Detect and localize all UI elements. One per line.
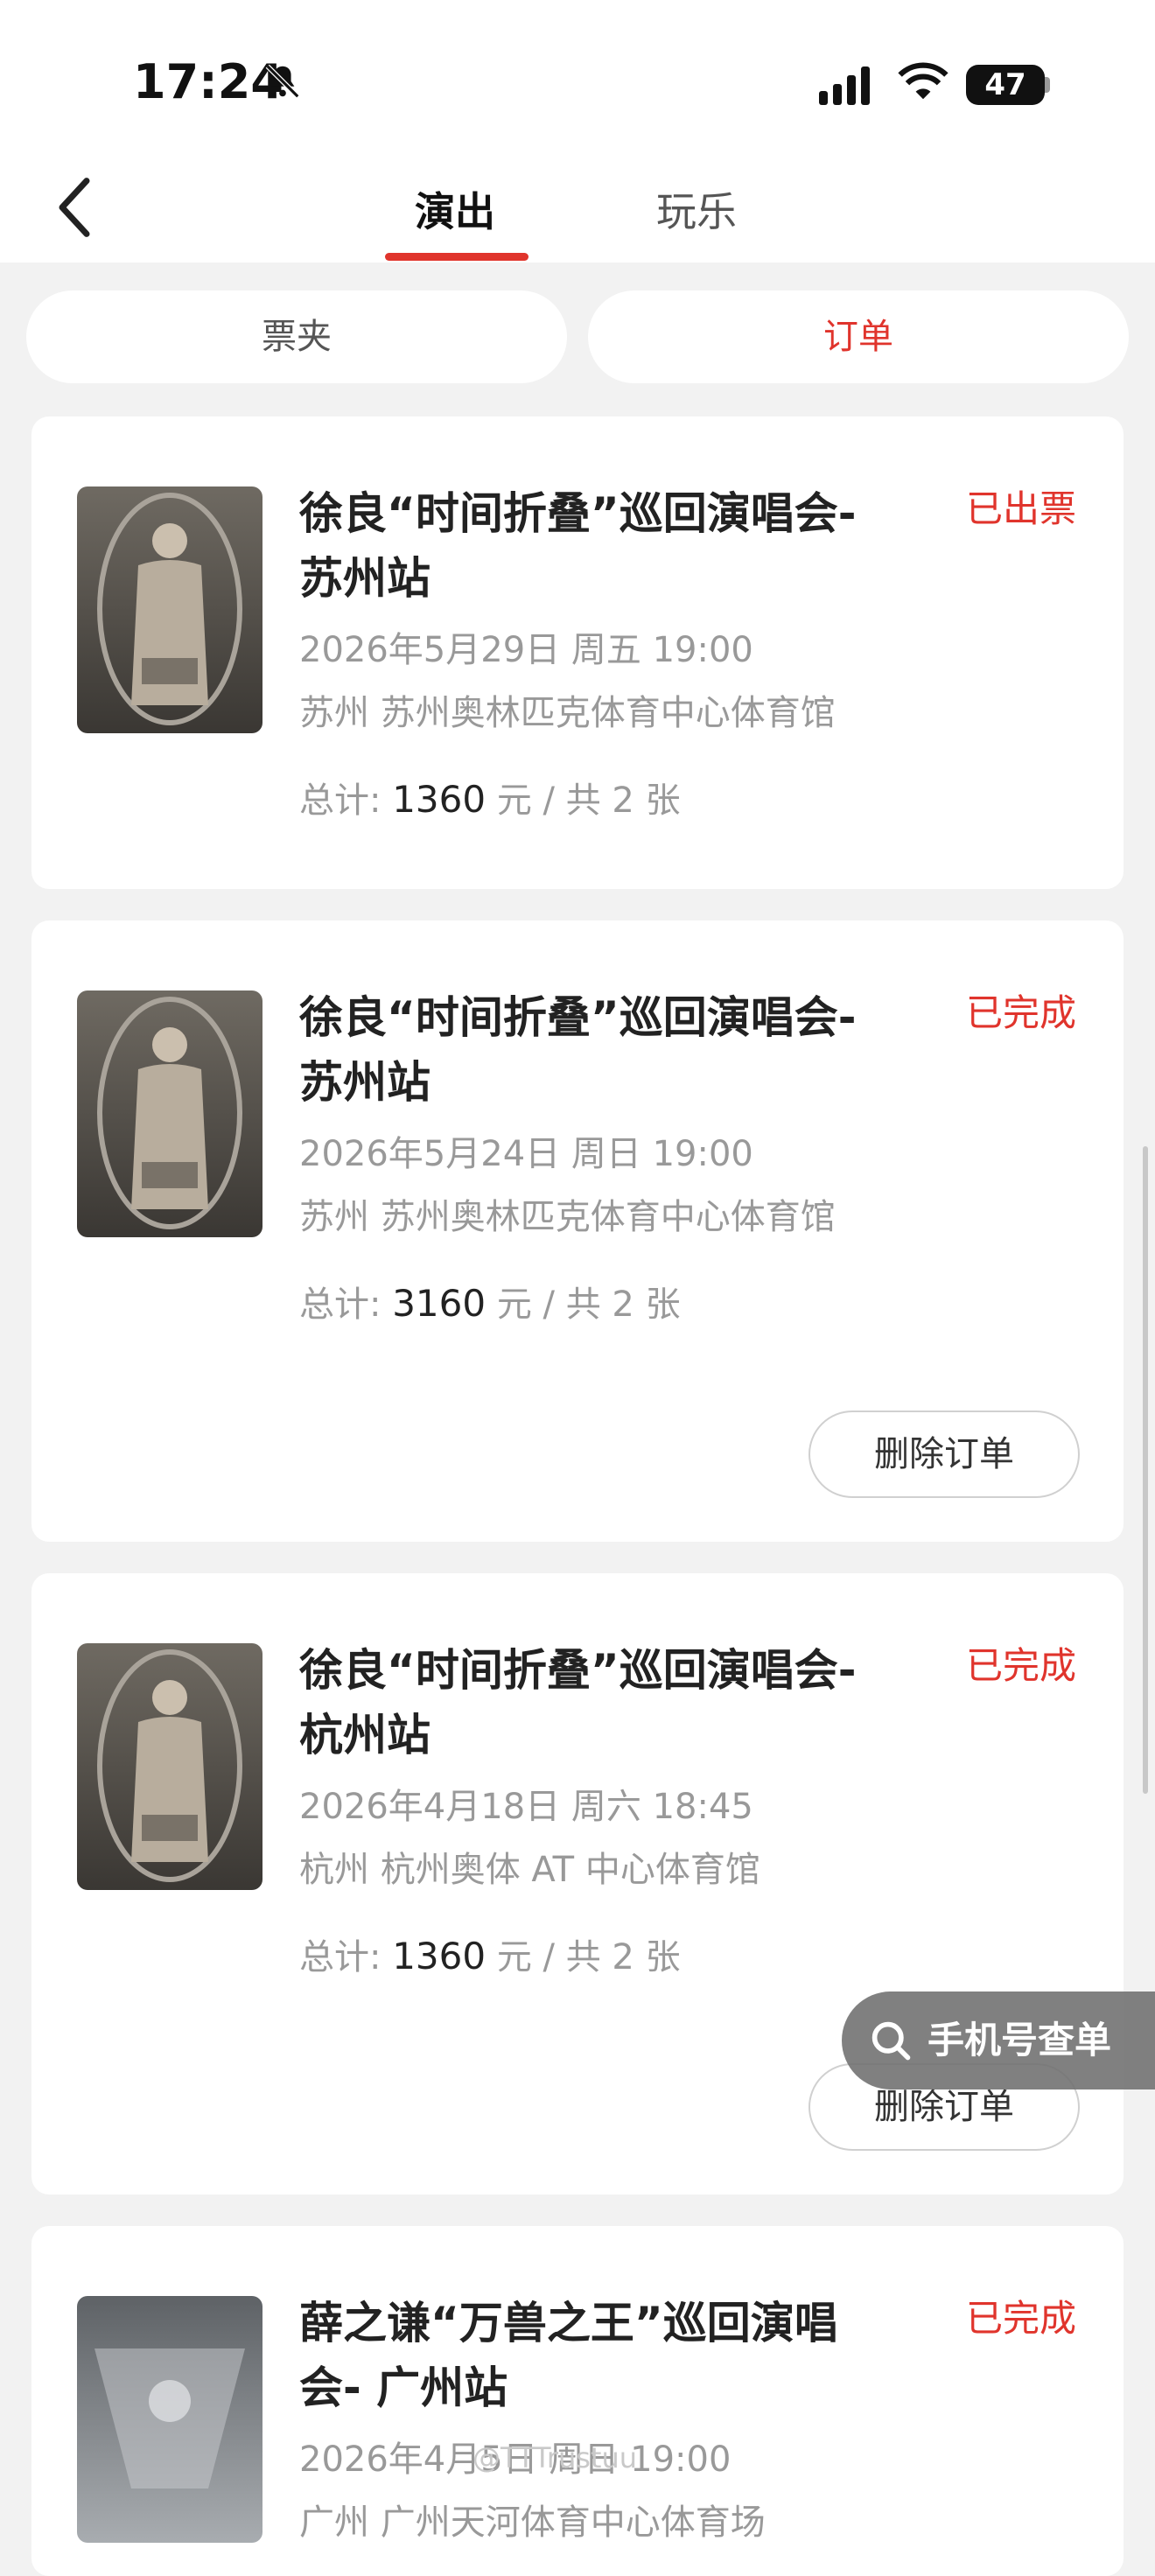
order-title: 徐良“时间折叠”巡回演唱会-杭州站	[299, 1645, 857, 1760]
total-prefix: 总计:	[299, 780, 382, 821]
order-venue: 广州 广州天河体育中心体育场	[299, 2502, 766, 2543]
total-prefix: 总计:	[299, 1937, 382, 1978]
total-prefix: 总计:	[299, 1284, 382, 1325]
watermark: @TTTrustuu	[472, 2441, 638, 2474]
phone-query-label: 手机号查单	[928, 2019, 1112, 2062]
order-date: 2026年5月24日 周日 19:00	[299, 1134, 753, 1174]
search-icon	[872, 2021, 911, 2061]
order-status: 已完成	[965, 2297, 1076, 2340]
total-amount: 3160	[392, 1282, 486, 1325]
order-card[interactable]: 徐良“时间折叠”巡回演唱会-杭州站 已完成 2026年4月18日 周六 18:4…	[32, 1573, 1124, 2194]
total-amount: 1360	[392, 778, 486, 821]
delete-order-button[interactable]: 删除订单	[808, 1410, 1080, 1498]
order-status: 已完成	[965, 991, 1076, 1034]
order-total: 总计: 3160 元 / 共 2 张	[299, 1276, 681, 1326]
tab-leisure[interactable]: 玩乐	[656, 180, 737, 238]
order-title: 薛之谦“万兽之王”巡回演唱会- 广州站	[299, 2298, 838, 2413]
segment-orders[interactable]: 订单	[588, 290, 1129, 383]
order-total: 总计: 1360 元 / 共 2 张	[299, 1928, 681, 1979]
order-card[interactable]: 徐良“时间折叠”巡回演唱会-苏州站 已完成 2026年5月24日 周日 19:0…	[32, 920, 1124, 1542]
battery-cap	[1045, 77, 1050, 93]
order-date: 2026年5月29日 周五 19:00	[299, 630, 753, 670]
order-title: 徐良“时间折叠”巡回演唱会-苏州站	[299, 992, 857, 1108]
order-total: 总计: 1360 元 / 共 2 张	[299, 772, 681, 822]
total-suffix: 元 / 共 2 张	[496, 1284, 681, 1325]
order-card[interactable]: 徐良“时间折叠”巡回演唱会-苏州站 已出票 2026年5月29日 周五 19:0…	[32, 416, 1124, 889]
status-bar: 17:24 47	[0, 0, 1155, 158]
tab-shows[interactable]: 演出	[415, 180, 495, 238]
poster-image	[77, 486, 262, 733]
segment-ticket-wallet[interactable]: 票夹	[26, 290, 567, 383]
order-date: 2026年4月18日 周六 18:45	[299, 1787, 753, 1827]
signal-icon	[819, 66, 870, 105]
poster-image	[77, 990, 262, 1237]
order-venue: 苏州 苏州奥林匹克体育中心体育馆	[299, 693, 836, 733]
order-title: 徐良“时间折叠”巡回演唱会-苏州站	[299, 488, 857, 604]
wifi-icon	[898, 62, 948, 100]
order-venue: 苏州 苏州奥林匹克体育中心体育馆	[299, 1197, 836, 1237]
back-chevron-icon[interactable]	[52, 177, 96, 238]
order-status: 已完成	[965, 1644, 1076, 1687]
mute-bell-icon	[265, 64, 300, 99]
order-venue: 杭州 杭州奥体 AT 中心体育馆	[299, 1850, 760, 1890]
total-amount: 1360	[392, 1935, 486, 1978]
tab-active-indicator	[385, 253, 528, 261]
total-suffix: 元 / 共 2 张	[496, 1937, 681, 1978]
poster-image	[77, 1643, 262, 1890]
battery-icon: 47	[966, 65, 1045, 105]
order-status: 已出票	[965, 487, 1076, 530]
total-suffix: 元 / 共 2 张	[496, 780, 681, 821]
order-card[interactable]: 薛之谦“万兽之王”巡回演唱会- 广州站 已完成 2026年4月5日 周日 19:…	[32, 2226, 1124, 2576]
nav-bar: 演出 玩乐	[0, 158, 1155, 262]
status-time: 17:24	[133, 54, 284, 109]
poster-image	[77, 2296, 262, 2543]
scrollbar[interactable]	[1143, 1146, 1148, 1794]
phone-query-button[interactable]: 手机号查单	[842, 1992, 1155, 2090]
